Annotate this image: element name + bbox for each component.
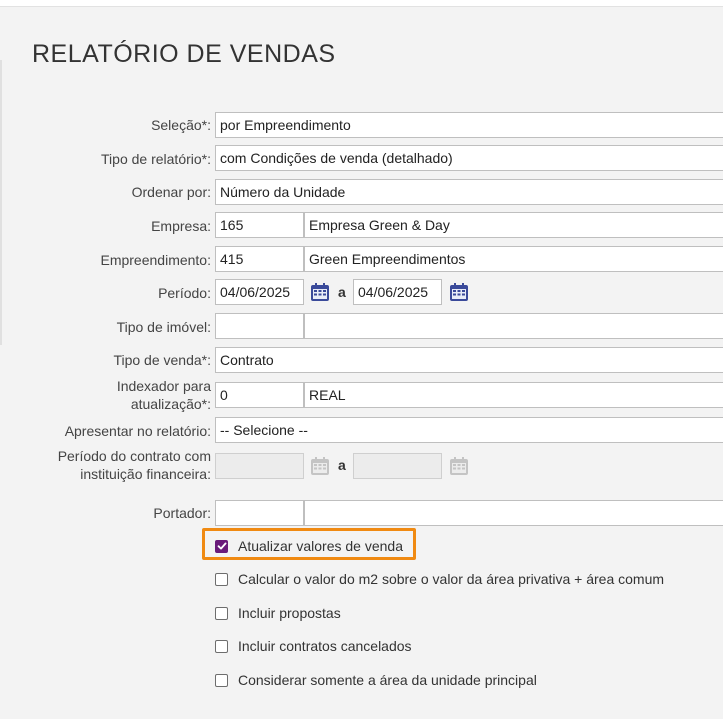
tipo-imovel-label: Tipo de imóvel:	[116, 319, 211, 335]
option-label: Incluir propostas	[238, 605, 341, 621]
empresa-label: Empresa:	[151, 218, 211, 234]
option-label: Calcular o valor do m2 sobre o valor da …	[238, 571, 665, 587]
selecao-label: Seleção*:	[151, 117, 211, 133]
tipo-venda-select[interactable]: Contrato	[215, 347, 723, 373]
periodo-contrato-separator: a	[338, 457, 346, 473]
empreendimento-label: Empreendimento:	[100, 252, 211, 268]
portador-code-input[interactable]	[215, 500, 304, 526]
checkbox-icon[interactable]	[215, 673, 228, 687]
apresentar-label: Apresentar no relatório:	[64, 423, 211, 439]
option-considerar-area-principal[interactable]: Considerar somente a área da unidade pri…	[215, 670, 537, 690]
checkbox-icon[interactable]	[215, 639, 228, 653]
option-label: Considerar somente a área da unidade pri…	[238, 672, 537, 688]
portador-name-field[interactable]	[304, 500, 723, 526]
checkbox-checked-icon[interactable]	[215, 539, 228, 553]
selecao-select[interactable]: por Empreendimento	[215, 112, 723, 138]
indexador-name-field[interactable]: REAL	[304, 382, 723, 408]
tipo-imovel-name-field[interactable]	[304, 313, 723, 339]
empresa-code-input[interactable]: 165	[215, 212, 304, 238]
empreendimento-code-input[interactable]: 415	[215, 246, 304, 272]
periodo-contrato-start-input	[215, 453, 304, 479]
checkbox-icon[interactable]	[215, 606, 228, 620]
empreendimento-name-field[interactable]: Green Empreendimentos	[304, 246, 723, 272]
option-label: Incluir contratos cancelados	[238, 638, 412, 654]
option-atualizar-valores[interactable]: Atualizar valores de venda	[215, 536, 403, 556]
indexador-label-line1: Indexador para	[116, 378, 211, 394]
tipo-relatorio-label: Tipo de relatório*:	[101, 151, 211, 167]
periodo-end-calendar-icon[interactable]	[447, 280, 471, 304]
tipo-relatorio-select[interactable]: com Condições de venda (detalhado)	[215, 145, 723, 171]
periodo-start-calendar-icon[interactable]	[308, 280, 332, 304]
apresentar-select[interactable]: -- Selecione --	[215, 417, 723, 443]
periodo-contrato-start-calendar-icon	[308, 454, 332, 478]
periodo-contrato-label-line1: Período do contrato com	[57, 448, 211, 464]
portador-label: Portador:	[153, 505, 211, 521]
option-incluir-propostas[interactable]: Incluir propostas	[215, 603, 341, 623]
option-label: Atualizar valores de venda	[238, 538, 403, 554]
periodo-contrato-end-calendar-icon	[447, 454, 471, 478]
indexador-code-input[interactable]: 0	[215, 382, 304, 408]
page-title: RELATÓRIO DE VENDAS	[32, 40, 336, 68]
checkbox-icon[interactable]	[215, 572, 228, 586]
ordenar-por-label: Ordenar por:	[131, 184, 211, 200]
tipo-venda-label: Tipo de venda*:	[113, 352, 211, 368]
periodo-contrato-label-line2: instituição financeira:	[80, 466, 211, 482]
empresa-name-field[interactable]: Empresa Green & Day	[304, 212, 723, 238]
indexador-label-line2: atualização*:	[130, 396, 211, 412]
option-calcular-m2[interactable]: Calcular o valor do m2 sobre o valor da …	[215, 569, 664, 589]
periodo-label: Período:	[158, 285, 211, 301]
panel-edge	[0, 60, 2, 345]
periodo-separator: a	[338, 284, 346, 300]
periodo-end-input[interactable]: 04/06/2025	[353, 279, 442, 305]
tipo-imovel-code-input[interactable]	[215, 313, 304, 339]
periodo-contrato-end-input	[353, 453, 442, 479]
periodo-start-input[interactable]: 04/06/2025	[215, 279, 304, 305]
option-incluir-cancelados[interactable]: Incluir contratos cancelados	[215, 636, 412, 656]
ordenar-por-select[interactable]: Número da Unidade	[215, 179, 723, 205]
